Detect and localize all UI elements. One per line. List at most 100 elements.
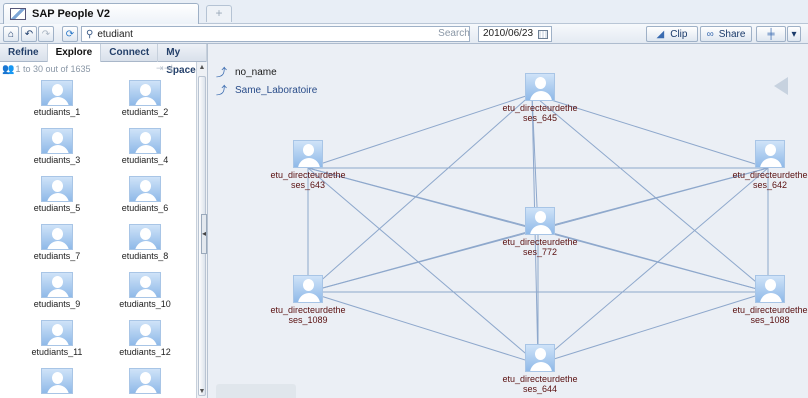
settings-icon[interactable]: ╪ [756, 26, 786, 42]
avatar-icon [41, 224, 73, 250]
node-label: etu_directeurdethe ses_643 [270, 170, 346, 190]
avatar-icon [525, 207, 555, 235]
avatar-icon [41, 320, 73, 346]
node-label: etu_directeurdethe ses_642 [732, 170, 808, 190]
person-card[interactable]: etudiants_5 [17, 176, 97, 213]
refresh-icon[interactable]: ⟳ [62, 26, 78, 42]
person-card[interactable]: etudiants_2 [105, 80, 185, 117]
query-input[interactable]: ⚲ etudiant [81, 26, 470, 42]
node-label: etu_directeurdethe ses_644 [502, 374, 578, 394]
legend-item-no-name[interactable]: ⤴ no_name [216, 64, 277, 80]
avatar-icon [129, 128, 161, 154]
legend-item-same-laboratoire[interactable]: ⤴ Same_Laboratoire [216, 82, 317, 98]
node-label: etu_directeurdethe ses_645 [502, 103, 578, 123]
graph-node[interactable]: etu_directeurdethe ses_645 [490, 73, 590, 123]
panel-tabs: Refine Explore Connect My Space [0, 44, 207, 76]
person-name: etudiants_5 [33, 203, 81, 213]
person-name: etudiants_6 [121, 203, 169, 213]
avatar-icon [755, 140, 785, 168]
app-title: SAP People V2 [32, 8, 111, 20]
panel-splitter[interactable]: ◂ [201, 214, 207, 254]
avatar-icon [129, 368, 161, 394]
person-name: etudiants_8 [121, 251, 169, 261]
person-card[interactable]: etudiants_12 [105, 320, 185, 357]
relation-icon: ⤴ [216, 85, 227, 97]
clip-icon: ◢ [656, 28, 665, 40]
tab-refine[interactable]: Refine [0, 44, 48, 62]
avatar-icon [41, 128, 73, 154]
graph-node[interactable]: etu_directeurdethe ses_1089 [258, 275, 358, 325]
tab-my-space[interactable]: My Space [158, 44, 207, 76]
zoom-control[interactable] [216, 384, 296, 398]
person-name: etudiants_12 [119, 347, 171, 357]
app-tab[interactable]: SAP People V2 [3, 3, 199, 24]
person-name: etudiants_10 [119, 299, 171, 309]
date-value: 2010/06/23 [483, 28, 534, 39]
person-card[interactable]: etudiants_3 [17, 128, 97, 165]
home-icon[interactable]: ⌂ [3, 26, 19, 42]
title-bar: SAP People V2 + [0, 0, 808, 24]
avatar-icon [129, 272, 161, 298]
scroll-down-icon[interactable]: ▼ [198, 388, 206, 396]
person-card[interactable]: etudiants_9 [17, 272, 97, 309]
avatar-icon [129, 80, 161, 106]
graph-node[interactable]: etu_directeurdethe ses_642 [720, 140, 808, 190]
person-name: etudiants_9 [33, 299, 81, 309]
avatar-icon [129, 320, 161, 346]
relation-icon: ⤴ [216, 67, 227, 79]
person-name: etudiants_3 [33, 155, 81, 165]
person-card[interactable]: etudiants_6 [105, 176, 185, 213]
share-label: Share [718, 28, 746, 40]
node-label: etu_directeurdethe ses_1089 [270, 305, 346, 325]
pager-icon[interactable]: ⇥ ⇥| [156, 63, 173, 74]
person-card[interactable]: etudiants_10 [105, 272, 185, 309]
left-panel: Refine Explore Connect My Space 👥 1 to 3… [0, 44, 208, 398]
app-logo-icon [10, 8, 26, 20]
node-label: etu_directeurdethe ses_772 [502, 237, 578, 257]
person-name: etudiants_2 [121, 107, 169, 117]
back-icon[interactable]: ↶ [21, 26, 37, 42]
forward-icon[interactable]: ↷ [38, 26, 54, 42]
result-bar: 👥 1 to 30 out of 1635 ⇥ ⇥| [0, 62, 207, 76]
avatar-icon [755, 275, 785, 303]
person-card[interactable] [17, 368, 97, 394]
tab-explore[interactable]: Explore [47, 44, 102, 62]
avatar-icon [129, 176, 161, 202]
avatar-icon [129, 224, 161, 250]
share-icon: ∞ [706, 28, 714, 40]
avatar-icon [293, 140, 323, 168]
graph-node[interactable]: etu_directeurdethe ses_643 [258, 140, 358, 190]
share-button[interactable]: ∞ Share [700, 26, 752, 42]
graph-node[interactable]: etu_directeurdethe ses_644 [490, 344, 590, 394]
scroll-up-icon[interactable]: ▲ [198, 64, 206, 72]
tab-connect[interactable]: Connect [101, 44, 159, 62]
graph-view[interactable]: ⤴ no_name ⤴ Same_Laboratoire etu_directe… [208, 44, 808, 398]
avatar-icon [41, 176, 73, 202]
person-card[interactable]: etudiants_7 [17, 224, 97, 261]
person-card[interactable] [105, 368, 185, 394]
legend-label: no_name [235, 66, 277, 78]
person-card[interactable]: etudiants_1 [17, 80, 97, 117]
dropdown-icon[interactable]: ▾ [787, 26, 801, 42]
navigate-back-icon[interactable] [774, 77, 788, 95]
graph-node[interactable]: etu_directeurdethe ses_772 [490, 207, 590, 257]
person-name: etudiants_7 [33, 251, 81, 261]
legend-label: Same_Laboratoire [235, 84, 318, 96]
graph-node[interactable]: etu_directeurdethe ses_1088 [720, 275, 808, 325]
clip-button[interactable]: ◢ Clip [646, 26, 698, 42]
avatar-icon [525, 73, 555, 101]
date-field[interactable]: 2010/06/23 [478, 26, 552, 42]
result-count: 1 to 30 out of 1635 [15, 64, 91, 74]
avatar-icon [41, 80, 73, 106]
search-icon: ⚲ [86, 28, 94, 40]
avatar-icon [525, 344, 555, 372]
person-card[interactable]: etudiants_4 [105, 128, 185, 165]
new-tab-button[interactable]: + [206, 5, 232, 22]
search-button[interactable]: Search [433, 26, 475, 42]
calendar-icon[interactable] [538, 29, 548, 39]
person-card[interactable]: etudiants_8 [105, 224, 185, 261]
clip-label: Clip [670, 28, 688, 40]
person-card[interactable]: etudiants_11 [17, 320, 97, 357]
avatar-icon [293, 275, 323, 303]
people-icon: 👥 [2, 63, 15, 75]
